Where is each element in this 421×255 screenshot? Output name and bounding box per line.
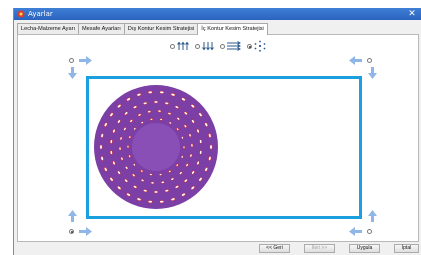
- tab-material-settings[interactable]: Lecha-Malzeme Ayarı: [17, 23, 79, 34]
- plate-hole: [199, 150, 203, 155]
- close-icon[interactable]: ✕: [406, 8, 418, 20]
- strategy-options: [170, 39, 272, 53]
- tab-outer-contour-strategy[interactable]: Dış Kontur Kesim Stratejisi: [123, 23, 199, 34]
- strategy-radio-3[interactable]: [220, 43, 225, 49]
- tab-distance-settings[interactable]: Mesafe Ayarları: [78, 23, 125, 34]
- plate-hole: [199, 139, 203, 144]
- plate-hole: [126, 145, 130, 149]
- plate-hole: [159, 90, 165, 94]
- button-bar: << Geri İleri >> Uygula İptal: [14, 242, 421, 255]
- window-title: Ayarlar: [28, 10, 53, 18]
- plate-hole: [153, 100, 159, 104]
- plate-hole: [109, 139, 113, 144]
- arrow-down-icon: [68, 67, 77, 79]
- plate-hole: [150, 181, 155, 185]
- arrow-up-icon: [368, 210, 377, 222]
- plate-hole: [209, 144, 213, 150]
- back-button[interactable]: << Geri: [259, 244, 290, 253]
- tab-inner-contour-strategy[interactable]: İç Kontur Kesim Stratejisi: [197, 23, 268, 35]
- plate-hole: [157, 109, 162, 113]
- plate-hole: [190, 143, 194, 148]
- corner-radio-top-right[interactable]: [367, 58, 372, 63]
- preview-frame: [86, 76, 362, 219]
- plate-hole: [118, 146, 122, 151]
- settings-window: Ayarlar ✕ Lecha-Malzeme Ayarı Mesafe Aya…: [13, 8, 421, 255]
- corner-radio-top-left[interactable]: [69, 58, 74, 63]
- vertical-zigzag-down-icon: [202, 42, 214, 51]
- plate-hole: [109, 150, 113, 155]
- plate-hole: [153, 190, 159, 194]
- plate-preview: [94, 85, 218, 209]
- arrow-down-icon: [368, 67, 377, 79]
- strategy-radio-4[interactable]: [247, 43, 252, 49]
- strategy-radio-1[interactable]: [170, 43, 175, 49]
- strategy-option-1[interactable]: [170, 41, 190, 51]
- plate-hole: [159, 173, 163, 176]
- app-icon: [17, 10, 25, 18]
- tab-strip: Lecha-Malzeme Ayarı Mesafe Ayarları Dış …: [17, 23, 268, 35]
- next-button[interactable]: İleri >>: [304, 244, 335, 253]
- apply-button[interactable]: Uygula: [349, 244, 380, 253]
- plate-hole: [149, 173, 153, 176]
- arrow-right-icon: [79, 227, 92, 236]
- arrow-right-icon: [79, 56, 92, 65]
- plate-hole: [182, 145, 186, 149]
- arrow-left-icon: [349, 227, 362, 236]
- spiral-dots-icon: [254, 40, 266, 52]
- corner-radio-bottom-right[interactable]: [367, 229, 372, 234]
- strategy-panel: [17, 34, 419, 242]
- plate-hole: [159, 118, 163, 121]
- strategy-radio-2[interactable]: [195, 43, 200, 49]
- plate-hole: [147, 200, 153, 204]
- plate-hole: [147, 90, 153, 94]
- strategy-option-2[interactable]: [195, 41, 215, 51]
- arrow-up-icon: [68, 210, 77, 222]
- plate-hole: [99, 144, 103, 150]
- plate-hole: [159, 200, 165, 204]
- corner-radio-bottom-left[interactable]: [69, 229, 74, 234]
- strategy-option-4[interactable]: [247, 40, 267, 52]
- plate-center: [132, 123, 180, 171]
- plate-hole: [149, 118, 153, 121]
- vertical-zigzag-up-icon: [177, 41, 189, 50]
- strategy-option-3[interactable]: [220, 41, 242, 51]
- horizontal-zigzag-icon: [227, 41, 241, 51]
- desktop-strip: [0, 0, 13, 255]
- title-bar: Ayarlar ✕: [14, 8, 421, 20]
- arrow-left-icon: [349, 56, 362, 65]
- cancel-button[interactable]: İptal: [394, 244, 419, 253]
